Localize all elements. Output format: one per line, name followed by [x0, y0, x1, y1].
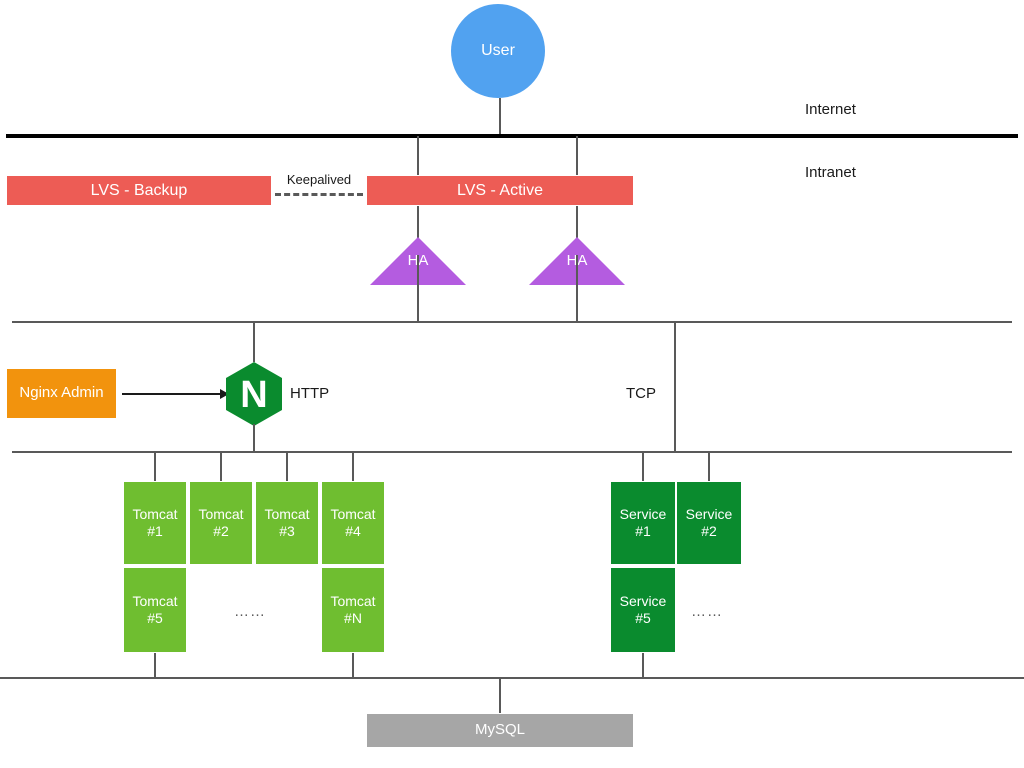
tomcat-box-1: Tomcat #1 [123, 481, 187, 565]
service-1-line2: #1 [635, 523, 651, 539]
connector-ha-left-to-bus [417, 255, 419, 323]
connector-tomcat5-bottom [154, 653, 156, 678]
connector-tomcat2-top [220, 453, 222, 481]
mysql-label: MySQL [474, 721, 525, 739]
tomcat-5-line1: Tomcat [132, 592, 178, 609]
connector-user-to-internet [499, 98, 501, 136]
bus-line-db-top [0, 677, 1024, 679]
nginx-admin-arrow-line [122, 393, 221, 395]
tomcat-4-line1: Tomcat [330, 505, 376, 522]
internet-intranet-divider [6, 134, 1018, 138]
tcp-label: TCP [626, 385, 656, 402]
tomcat-box-n: Tomcat #N [321, 567, 385, 653]
service-box-2: Service #2 [676, 481, 742, 565]
connector-tomcat3-top [286, 453, 288, 481]
service-2-line2: #2 [701, 523, 717, 539]
service-box-5: Service #5 [610, 567, 676, 653]
lvs-backup-box: LVS - Backup [6, 175, 272, 206]
connector-lvs-left-down [417, 206, 419, 238]
connector-service1-top [642, 453, 644, 481]
connector-tcp-branch [674, 322, 676, 452]
service-5-line2: #5 [635, 610, 651, 626]
connector-tomcat1-top [154, 453, 156, 481]
tomcat-box-4: Tomcat #4 [321, 481, 385, 565]
bus-line-app-top [12, 451, 1012, 453]
http-label: HTTP [290, 385, 330, 402]
tomcat-3-line1: Tomcat [264, 505, 310, 522]
bus-line-proxy-top [12, 321, 1012, 323]
lvs-active-box: LVS - Active [366, 175, 634, 206]
connector-lvs-right-up [576, 136, 578, 175]
nginx-admin-label: Nginx Admin [19, 384, 104, 402]
connector-bus-to-mysql [499, 679, 501, 714]
architecture-diagram: User Internet Intranet LVS - Backup Keep… [0, 0, 1024, 768]
connector-service2-top [708, 453, 710, 481]
lvs-active-label: LVS - Active [457, 181, 543, 199]
tomcat-1-line1: Tomcat [132, 505, 178, 522]
connector-nginx-up [253, 322, 255, 362]
tomcat-3-line2: #3 [279, 523, 295, 539]
tomcat-2-line2: #2 [213, 523, 229, 539]
connector-tomcat4-top [352, 453, 354, 481]
keepalived-link [275, 193, 363, 196]
service-ellipsis: …… [691, 603, 723, 620]
tomcat-box-2: Tomcat #2 [189, 481, 253, 565]
service-5-line1: Service [619, 592, 667, 609]
connector-nginx-down [253, 424, 255, 452]
service-box-1: Service #1 [610, 481, 676, 565]
intranet-label: Intranet [805, 164, 856, 181]
internet-label: Internet [805, 101, 856, 118]
user-label: User [481, 42, 515, 59]
nginx-logo-icon: N [226, 362, 282, 426]
tomcat-ellipsis: …… [234, 603, 266, 620]
nginx-admin-box: Nginx Admin [6, 368, 117, 419]
tomcat-4-line2: #4 [345, 523, 361, 539]
lvs-backup-label: LVS - Backup [90, 181, 188, 199]
user-node: User [451, 4, 545, 98]
tomcat-n-line1: Tomcat [330, 592, 376, 609]
tomcat-1-line2: #1 [147, 523, 163, 539]
connector-service5-bottom [642, 653, 644, 678]
keepalived-label: Keepalived [286, 172, 352, 187]
tomcat-5-line2: #5 [147, 610, 163, 626]
mysql-box: MySQL [366, 713, 634, 748]
tomcat-n-line2: #N [344, 610, 362, 626]
tomcat-box-3: Tomcat #3 [255, 481, 319, 565]
connector-tomcatn-bottom [352, 653, 354, 678]
connector-ha-right-to-bus [576, 255, 578, 323]
svg-text:N: N [240, 374, 267, 416]
connector-lvs-left-up [417, 136, 419, 175]
tomcat-box-5: Tomcat #5 [123, 567, 187, 653]
service-2-line1: Service [685, 505, 733, 522]
service-1-line1: Service [619, 505, 667, 522]
connector-lvs-right-down [576, 206, 578, 238]
tomcat-2-line1: Tomcat [198, 505, 244, 522]
